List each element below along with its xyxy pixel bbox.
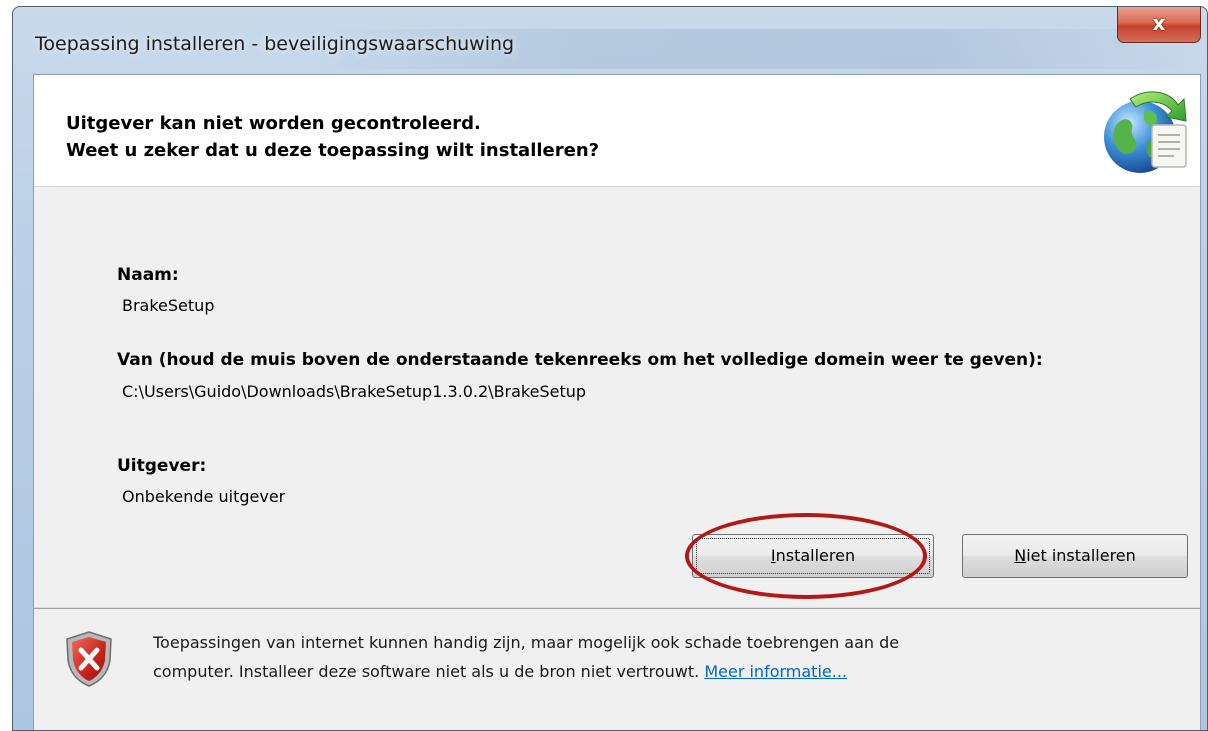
window-title: Toepassing installeren - beveiligingswaa… bbox=[35, 33, 515, 55]
dialog-window: Toepassing installeren - beveiligingswaa… bbox=[12, 6, 1208, 731]
close-icon: x bbox=[1152, 11, 1166, 35]
install-button-mnemonic: I bbox=[770, 546, 776, 565]
close-button[interactable]: x bbox=[1117, 7, 1201, 43]
install-button[interactable]: Installeren bbox=[692, 534, 934, 578]
source-path[interactable]: C:\Users\Guido\Downloads\BrakeSetup1.3.0… bbox=[122, 382, 586, 401]
install-button-label: nstalleren bbox=[775, 546, 856, 565]
name-value: BrakeSetup bbox=[122, 296, 215, 315]
header-question-line: Weet u zeker dat u deze toepassing wilt … bbox=[66, 140, 600, 161]
footer-divider bbox=[34, 608, 1200, 609]
dialog-header: Uitgever kan niet worden gecontroleerd. … bbox=[34, 75, 1200, 187]
source-label: Van (houd de muis boven de onderstaande … bbox=[117, 350, 1043, 370]
footer-warning-line2: computer. Installeer deze software niet … bbox=[153, 662, 847, 681]
security-footer: Toepassingen van internet kunnen handig … bbox=[34, 607, 1200, 730]
name-label: Naam: bbox=[117, 265, 179, 285]
dialog-content: Uitgever kan niet worden gecontroleerd. … bbox=[33, 74, 1201, 730]
footer-warning-line1: Toepassingen van internet kunnen handig … bbox=[153, 633, 900, 652]
more-info-link[interactable]: Meer informatie... bbox=[704, 662, 847, 681]
do-not-install-button[interactable]: Niet installeren bbox=[962, 534, 1188, 578]
do-not-install-button-label: iet installeren bbox=[1026, 546, 1136, 565]
publisher-value: Onbekende uitgever bbox=[122, 487, 286, 506]
publisher-label: Uitgever: bbox=[117, 456, 207, 476]
header-warning-line: Uitgever kan niet worden gecontroleerd. bbox=[66, 113, 481, 134]
title-bar[interactable]: Toepassing installeren - beveiligingswaa… bbox=[13, 7, 1207, 76]
globe-install-icon bbox=[1104, 91, 1187, 173]
shield-warning-icon bbox=[66, 631, 112, 687]
do-not-install-button-mnemonic: N bbox=[1014, 546, 1027, 565]
footer-warning-line2-text: computer. Installeer deze software niet … bbox=[153, 662, 700, 681]
